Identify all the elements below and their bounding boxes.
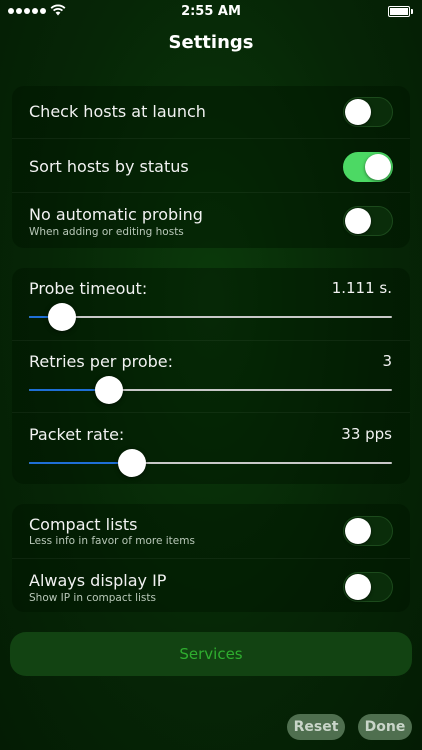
always-ip-sublabel: Show IP in compact lists (29, 592, 156, 604)
reset-button[interactable]: Reset (287, 714, 345, 740)
row-packet-rate: Packet rate: 33 pps (12, 412, 410, 484)
toggle-knob (365, 154, 391, 180)
sort-hosts-label: Sort hosts by status (29, 157, 189, 176)
row-always-ip: Always display IP Show IP in compact lis… (12, 558, 410, 612)
no-probing-label: No automatic probing (29, 205, 203, 224)
battery-icon (388, 6, 413, 17)
sort-hosts-toggle[interactable] (343, 152, 393, 182)
retries-label: Retries per probe: (29, 352, 174, 371)
packet-rate-value: 33 pps (341, 425, 392, 443)
always-ip-label: Always display IP (29, 571, 167, 590)
probe-timeout-label: Probe timeout: (29, 279, 148, 298)
check-hosts-toggle[interactable] (343, 97, 393, 127)
toggle-knob (345, 99, 371, 125)
compact-lists-sublabel: Less info in favor of more items (29, 535, 195, 547)
toggle-knob (345, 208, 371, 234)
row-retries: Retries per probe: 3 (12, 340, 410, 413)
toggle-knob (345, 518, 371, 544)
row-sort-hosts: Sort hosts by status (12, 138, 410, 193)
row-no-probing: No automatic probing When adding or edit… (12, 192, 410, 248)
always-ip-toggle[interactable] (343, 572, 393, 602)
settings-group-probing: Probe timeout: 1.111 s. Retries per prob… (12, 268, 410, 484)
settings-group-general: Check hosts at launch Sort hosts by stat… (12, 86, 410, 248)
packet-rate-slider[interactable] (29, 448, 392, 478)
row-compact-lists: Compact lists Less info in favor of more… (12, 504, 410, 558)
check-hosts-label: Check hosts at launch (29, 102, 206, 121)
probe-timeout-value: 1.111 s. (331, 279, 392, 297)
toggle-knob (345, 574, 371, 600)
no-probing-sublabel: When adding or editing hosts (29, 226, 184, 238)
done-button[interactable]: Done (358, 714, 412, 740)
services-button[interactable]: Services (10, 632, 412, 676)
compact-lists-label: Compact lists (29, 515, 138, 534)
slider-thumb[interactable] (118, 449, 146, 477)
slider-track (29, 316, 392, 318)
probe-timeout-slider[interactable] (29, 302, 392, 332)
packet-rate-label: Packet rate: (29, 425, 125, 444)
row-check-hosts: Check hosts at launch (12, 86, 410, 138)
retries-value: 3 (382, 352, 392, 370)
row-probe-timeout: Probe timeout: 1.111 s. (12, 268, 410, 340)
status-bar: 2:55 AM (0, 0, 422, 24)
settings-group-display: Compact lists Less info in favor of more… (12, 504, 410, 612)
slider-thumb[interactable] (48, 303, 76, 331)
retries-slider[interactable] (29, 375, 392, 405)
slider-thumb[interactable] (95, 376, 123, 404)
compact-lists-toggle[interactable] (343, 516, 393, 546)
page-title: Settings (168, 32, 254, 53)
no-probing-toggle[interactable] (343, 206, 393, 236)
slider-fill (29, 462, 132, 464)
status-time: 2:55 AM (181, 4, 241, 19)
